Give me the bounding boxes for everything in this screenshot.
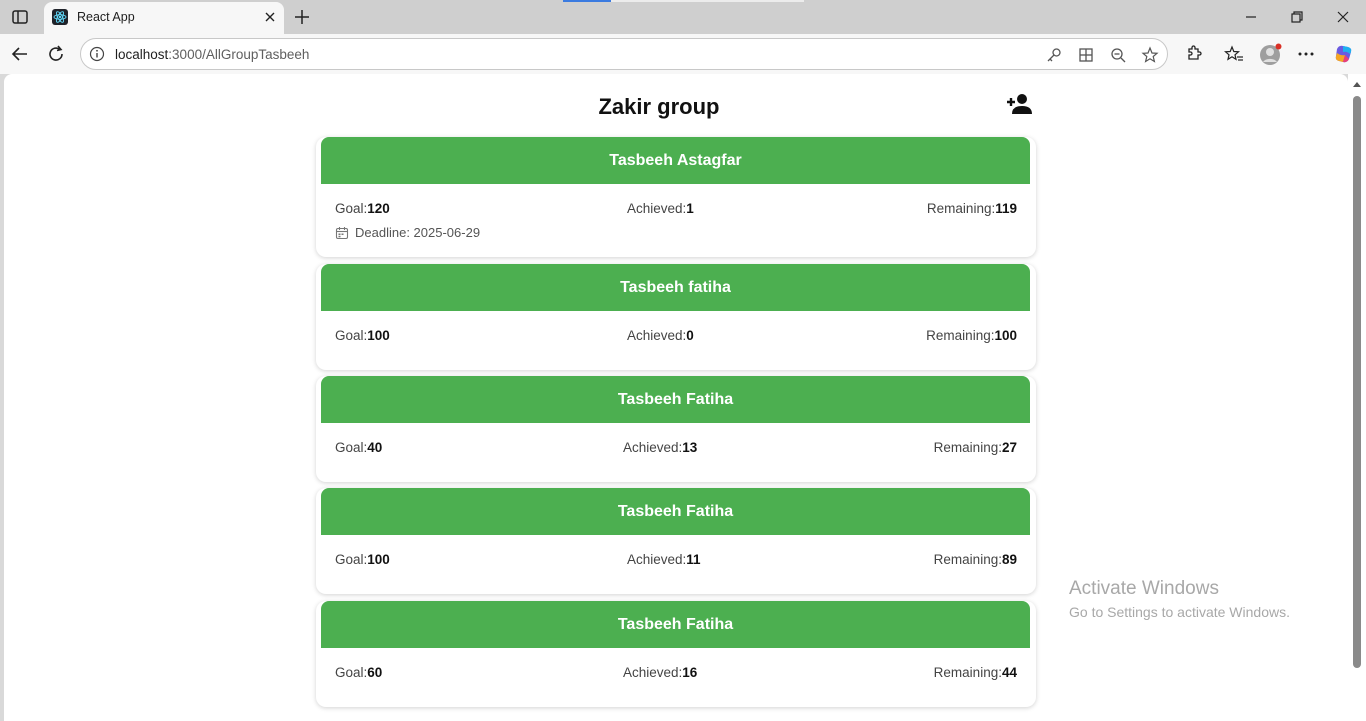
close-window-icon[interactable]	[1334, 8, 1352, 26]
app-available-icon[interactable]	[1077, 46, 1095, 64]
achieved-stat: Achieved:1	[627, 201, 694, 216]
browser-toolbar: localhost:3000/AllGroupTasbeeh	[0, 34, 1366, 74]
address-bar[interactable]: localhost:3000/AllGroupTasbeeh	[80, 38, 1168, 70]
achieved-stat: Achieved:16	[623, 665, 698, 680]
remaining-stat: Remaining:44	[933, 665, 1017, 680]
calendar-icon	[335, 227, 349, 240]
zoom-out-icon[interactable]	[1109, 46, 1127, 64]
tasbeeh-card-title: Tasbeeh fatiha	[321, 264, 1030, 311]
remaining-stat: Remaining:119	[926, 201, 1017, 216]
key-icon[interactable]	[1045, 46, 1063, 64]
browser-tab[interactable]: React App	[44, 2, 284, 34]
vertical-scrollbar[interactable]	[1348, 74, 1366, 721]
browser-titlebar: React App	[0, 0, 1366, 34]
windows-activation-watermark: Activate Windows Go to Settings to activ…	[1069, 578, 1290, 620]
goal-stat: Goal:100	[335, 552, 390, 567]
tab-title: React App	[77, 10, 135, 24]
watermark-subtitle: Go to Settings to activate Windows.	[1069, 604, 1290, 620]
favorites-icon[interactable]	[1224, 44, 1244, 64]
tasbeeh-card[interactable]: Tasbeeh Fatiha Goal:40 Achieved:13 Remai…	[316, 376, 1036, 482]
page-header: Zakir group	[4, 74, 1348, 136]
remaining-stat: Remaining:100	[926, 328, 1017, 343]
deadline-info: Deadline: 2025-06-29	[335, 225, 480, 240]
achieved-stat: Achieved:11	[627, 552, 701, 567]
reload-icon[interactable]	[46, 44, 66, 64]
new-tab-icon[interactable]	[292, 7, 312, 27]
url-text[interactable]: localhost:3000/AllGroupTasbeeh	[115, 47, 309, 62]
tasbeeh-card-title: Tasbeeh Fatiha	[321, 488, 1030, 535]
scroll-thumb[interactable]	[1353, 96, 1361, 668]
restore-icon[interactable]	[1288, 8, 1306, 26]
page-viewport: Zakir group Tasbeeh Astagfar Goal:120 Ac…	[4, 74, 1348, 721]
tasbeeh-card-title: Tasbeeh Fatiha	[321, 376, 1030, 423]
tab-strip-indicator-track	[611, 0, 804, 2]
minimize-icon[interactable]	[1242, 8, 1260, 26]
sidebar-toggle-icon[interactable]	[10, 7, 30, 27]
deadline-date: 2025-06-29	[413, 225, 481, 240]
favorite-star-icon[interactable]	[1141, 46, 1159, 64]
remaining-stat: Remaining:27	[933, 440, 1017, 455]
goal-stat: Goal:100	[335, 328, 390, 343]
tab-strip-indicator	[563, 0, 611, 2]
tasbeeh-card-title: Tasbeeh Astagfar	[321, 137, 1030, 184]
remaining-stat: Remaining:89	[933, 552, 1017, 567]
close-tab-icon[interactable]	[262, 9, 278, 25]
scroll-up-arrow-icon[interactable]	[1353, 82, 1361, 87]
copilot-icon[interactable]	[1333, 43, 1355, 65]
tasbeeh-card[interactable]: Tasbeeh Fatiha Goal:100 Achieved:11 Rema…	[316, 488, 1036, 594]
site-info-icon[interactable]	[89, 46, 105, 62]
page-title: Zakir group	[598, 94, 720, 119]
goal-stat: Goal:120	[335, 201, 390, 216]
tasbeeh-card[interactable]: Tasbeeh Astagfar Goal:120 Achieved:1 Rem…	[316, 137, 1036, 257]
tasbeeh-card[interactable]: Tasbeeh Fatiha Goal:60 Achieved:16 Remai…	[316, 601, 1036, 707]
profile-avatar-icon[interactable]	[1259, 42, 1283, 66]
extensions-icon[interactable]	[1183, 44, 1203, 64]
tasbeeh-card-title: Tasbeeh Fatiha	[321, 601, 1030, 648]
more-options-icon[interactable]	[1296, 44, 1316, 64]
tasbeeh-card[interactable]: Tasbeeh fatiha Goal:100 Achieved:0 Remai…	[316, 264, 1036, 370]
goal-stat: Goal:60	[335, 665, 383, 680]
react-logo-icon	[52, 9, 68, 25]
back-arrow-icon[interactable]	[10, 44, 30, 64]
achieved-stat: Achieved:13	[623, 440, 698, 455]
add-user-icon[interactable]	[1006, 92, 1034, 116]
watermark-title: Activate Windows	[1069, 578, 1219, 599]
achieved-stat: Achieved:0	[627, 328, 694, 343]
goal-stat: Goal:40	[335, 440, 383, 455]
